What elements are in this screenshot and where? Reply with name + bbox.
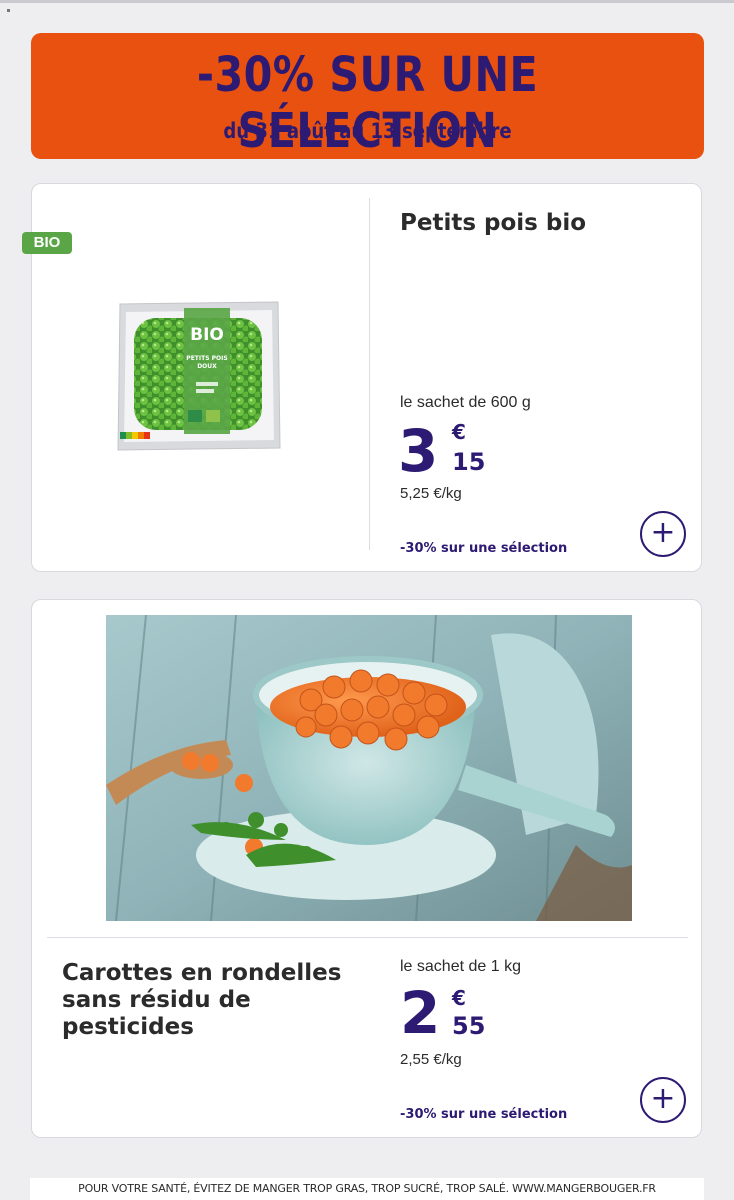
top-border bbox=[0, 0, 734, 3]
carottes-product-image[interactable] bbox=[106, 615, 632, 921]
promo-label: -30% sur une sélection bbox=[400, 1107, 568, 1122]
card-divider bbox=[47, 937, 688, 938]
banner-dates: du 31 août au 13 septembre bbox=[223, 119, 512, 143]
petits-pois-product-image[interactable]: BIO PETITS POIS DOUX bbox=[116, 298, 282, 458]
status-dot bbox=[7, 9, 10, 12]
price-cents: 15 bbox=[452, 448, 486, 476]
product-name: Petits pois bio bbox=[400, 210, 587, 236]
price-cents: 55 bbox=[452, 1012, 486, 1040]
price-integer: 2 bbox=[400, 979, 441, 1047]
add-to-list-button[interactable]: + bbox=[640, 1077, 686, 1123]
price-per-kg: 2,55 €/kg bbox=[400, 1051, 462, 1068]
card-divider bbox=[369, 198, 370, 550]
product-name: Carottes en rondelles sans résidu de pes… bbox=[62, 960, 342, 1040]
price-currency: € bbox=[452, 420, 466, 444]
plus-icon: + bbox=[650, 515, 676, 550]
product-card-carottes[interactable]: Carottes en rondelles sans résidu de pes… bbox=[31, 599, 702, 1138]
unit-size: le sachet de 600 g bbox=[400, 394, 531, 411]
plus-icon: + bbox=[650, 1081, 676, 1116]
pack-line1-text: PETITS POIS bbox=[186, 355, 227, 362]
price-integer: 3 bbox=[398, 417, 439, 485]
price-currency: € bbox=[452, 986, 466, 1010]
add-to-list-button[interactable]: + bbox=[640, 511, 686, 557]
bio-badge: BIO bbox=[22, 232, 72, 254]
promo-label: -30% sur une sélection bbox=[400, 541, 568, 556]
pack-brand-text: BIO bbox=[190, 325, 224, 345]
product-card-petits-pois[interactable]: BIO BIO PETITS POIS DOUX Petits pois bio… bbox=[22, 183, 702, 572]
unit-size: le sachet de 1 kg bbox=[400, 958, 521, 975]
pack-line2-text: DOUX bbox=[197, 363, 217, 370]
health-disclaimer: POUR VOTRE SANTÉ, ÉVITEZ DE MANGER TROP … bbox=[30, 1178, 704, 1200]
price-per-kg: 5,25 €/kg bbox=[400, 485, 462, 502]
promo-banner: -30% SUR UNE SÉLECTION du 31 août au 13 … bbox=[31, 33, 704, 159]
